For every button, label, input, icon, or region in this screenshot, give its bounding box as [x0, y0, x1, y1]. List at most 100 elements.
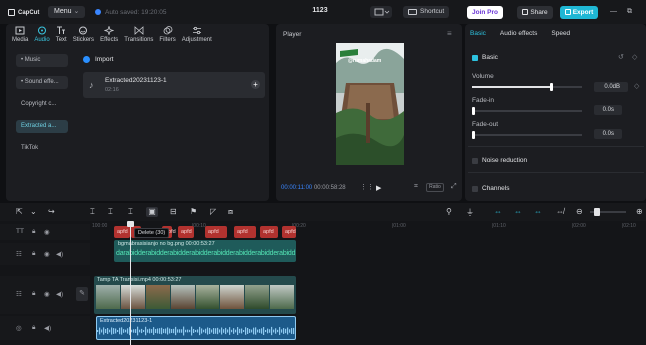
channels-row[interactable]: Channels — [472, 185, 509, 192]
tab-media[interactable]: Media — [12, 26, 28, 48]
menu-button[interactable]: Menu ⌄ — [48, 6, 86, 18]
zoom-in-icon[interactable]: ⊕ — [636, 207, 643, 216]
tab-adjustment[interactable]: Adjustment — [182, 26, 212, 48]
import-button[interactable]: Import — [83, 54, 113, 64]
freeze-icon[interactable]: ⊟ — [170, 207, 177, 216]
magic-icon[interactable]: ⚲ — [446, 207, 452, 216]
audio-waveform — [97, 326, 295, 336]
sidebar-item-copyright[interactable]: Copyright c... — [16, 98, 68, 111]
lock-icon[interactable]: 🔒︎ — [32, 250, 35, 258]
channels-checkbox[interactable] — [472, 185, 478, 192]
tab-audio[interactable]: Audio — [34, 26, 50, 48]
volume-slider-knob[interactable] — [550, 83, 554, 91]
marker-icon[interactable]: ⚑ — [190, 207, 197, 216]
lock-icon[interactable]: 🔒︎ — [32, 290, 35, 298]
basic-section[interactable]: Basic — [472, 54, 498, 61]
grid-icon[interactable]: ⋮⋮ — [360, 183, 374, 191]
eye-icon[interactable]: ◉ — [44, 290, 50, 298]
player-menu-icon[interactable]: ≡ — [447, 29, 452, 38]
share-button[interactable]: Share — [517, 6, 553, 19]
video-preview[interactable]: @rumahadam — [336, 43, 404, 165]
minimize-icon[interactable]: — — [610, 8, 617, 15]
fit-icon[interactable]: ⌗ — [414, 183, 418, 191]
text-clip[interactable]: apfd — [178, 226, 194, 238]
ruler-tick: 100:00 — [92, 223, 108, 229]
text-clip[interactable]: apfd — [282, 226, 296, 238]
redo-icon[interactable]: ↪ — [48, 207, 55, 216]
sidebar-item-sound-effects[interactable]: • Sound effe... — [16, 76, 68, 89]
sticker-clip[interactable]: bgmabrasisianjo no bg.png 00:00:53:27 da… — [114, 240, 296, 262]
zoom-slider[interactable] — [590, 208, 626, 216]
project-title[interactable]: 1123 — [300, 7, 340, 14]
noise-reduction-row[interactable]: Noise reduction — [472, 157, 527, 164]
text-clip[interactable]: apfd — [114, 226, 130, 238]
tab-speed[interactable]: Speed — [551, 30, 570, 37]
join-pro-button[interactable]: Join Pro — [467, 6, 503, 19]
waveform-bar — [141, 328, 143, 334]
tab-effects[interactable]: Effects — [100, 26, 118, 48]
text-clip[interactable]: apfd — [234, 226, 256, 238]
volume-slider[interactable] — [472, 83, 582, 91]
fullscreen-icon[interactable]: ⤢ — [451, 183, 457, 191]
preview-axis-icon[interactable]: ⇔ — [534, 207, 542, 216]
fadeout-value[interactable]: 0.0s — [594, 129, 622, 139]
reset-icon[interactable]: ↺ — [618, 53, 624, 61]
layout-button[interactable] — [370, 6, 392, 18]
play-button[interactable]: ▶ — [376, 184, 381, 192]
noise-reduction-checkbox[interactable] — [472, 157, 478, 164]
audio-mute-icon[interactable]: ◀) — [56, 290, 63, 298]
eye-icon[interactable]: ◉ — [44, 228, 50, 236]
split-screen-icon[interactable]: ⇎ — [556, 207, 564, 216]
waveform-bar — [155, 329, 157, 333]
select-tool-icon[interactable]: ⇱ — [16, 207, 23, 216]
ratio-button[interactable]: Ratio — [426, 183, 444, 192]
tab-audio-effects[interactable]: Audio effects — [500, 30, 537, 37]
tab-basic[interactable]: Basic — [470, 30, 486, 37]
auto-reframe-icon[interactable]: ⧈ — [228, 207, 233, 217]
zoom-slider-knob[interactable] — [594, 208, 600, 216]
sidebar-item-tiktok[interactable]: TikTok — [16, 142, 68, 155]
audio-mute-icon[interactable]: ◀) — [44, 324, 51, 332]
lock-icon[interactable]: 🔒︎ — [32, 324, 35, 332]
delete-icon[interactable]: ▣ — [146, 207, 158, 217]
export-button[interactable]: Export — [560, 6, 598, 19]
tab-transitions[interactable]: Transitions — [124, 26, 153, 48]
fadein-slider[interactable] — [472, 107, 582, 115]
restore-icon[interactable]: ⧉ — [627, 8, 632, 16]
text-clip[interactable]: apfd — [260, 226, 278, 238]
undo-icon[interactable]: ⌄ — [30, 207, 37, 216]
shortcut-button[interactable]: Shortcut — [403, 6, 450, 18]
eye-icon[interactable]: ◉ — [44, 250, 50, 258]
zoom-out-icon[interactable]: ⊖ — [576, 207, 583, 216]
fadein-value[interactable]: 0.0s — [594, 105, 622, 115]
fadeout-slider-knob[interactable] — [472, 131, 475, 139]
magnet-icon[interactable]: ⇔ — [494, 207, 502, 216]
playhead[interactable] — [130, 221, 131, 345]
crop-icon[interactable]: ◸ — [210, 207, 216, 216]
fadein-slider-knob[interactable] — [472, 107, 475, 115]
split-left-icon[interactable]: ⌶ — [108, 207, 113, 217]
audio-mute-icon[interactable]: ◀) — [56, 250, 63, 258]
playhead-handle[interactable] — [127, 221, 134, 227]
split-icon[interactable]: ⌶ — [90, 207, 95, 217]
mic-icon[interactable]: ⏚ — [466, 207, 474, 218]
text-clip[interactable]: apfd — [205, 226, 227, 238]
fadeout-slider[interactable] — [472, 131, 582, 139]
volume-value[interactable]: 0.0dB — [594, 82, 628, 92]
video-clip[interactable]: Tamp TA Transisi.mp4 00:00:53:27 — [94, 276, 296, 314]
tab-text[interactable]: Text — [56, 26, 67, 48]
cover-edit-button[interactable]: ✎ — [76, 287, 88, 301]
sidebar-item-music[interactable]: • Music — [16, 54, 68, 67]
tab-stickers[interactable]: Stickers — [73, 26, 94, 48]
volume-keyframe-icon[interactable]: ◇ — [634, 82, 639, 90]
basic-checkbox[interactable] — [472, 54, 478, 61]
keyframe-icon[interactable]: ◇ — [632, 53, 637, 61]
split-right-icon[interactable]: ⌶ — [128, 207, 133, 217]
add-icon[interactable]: + — [251, 80, 260, 89]
link-icon[interactable]: ⇔ — [514, 207, 522, 216]
lock-icon[interactable]: 🔒︎ — [32, 228, 35, 236]
audio-item[interactable]: ♪ Extracted20231123-1 02:16 + — [83, 72, 265, 98]
audio-clip[interactable]: Extracted20231123-1 — [96, 316, 296, 340]
sidebar-item-extracted-audio[interactable]: Extracted a... — [16, 120, 68, 133]
tab-filters[interactable]: Filters — [159, 26, 176, 48]
